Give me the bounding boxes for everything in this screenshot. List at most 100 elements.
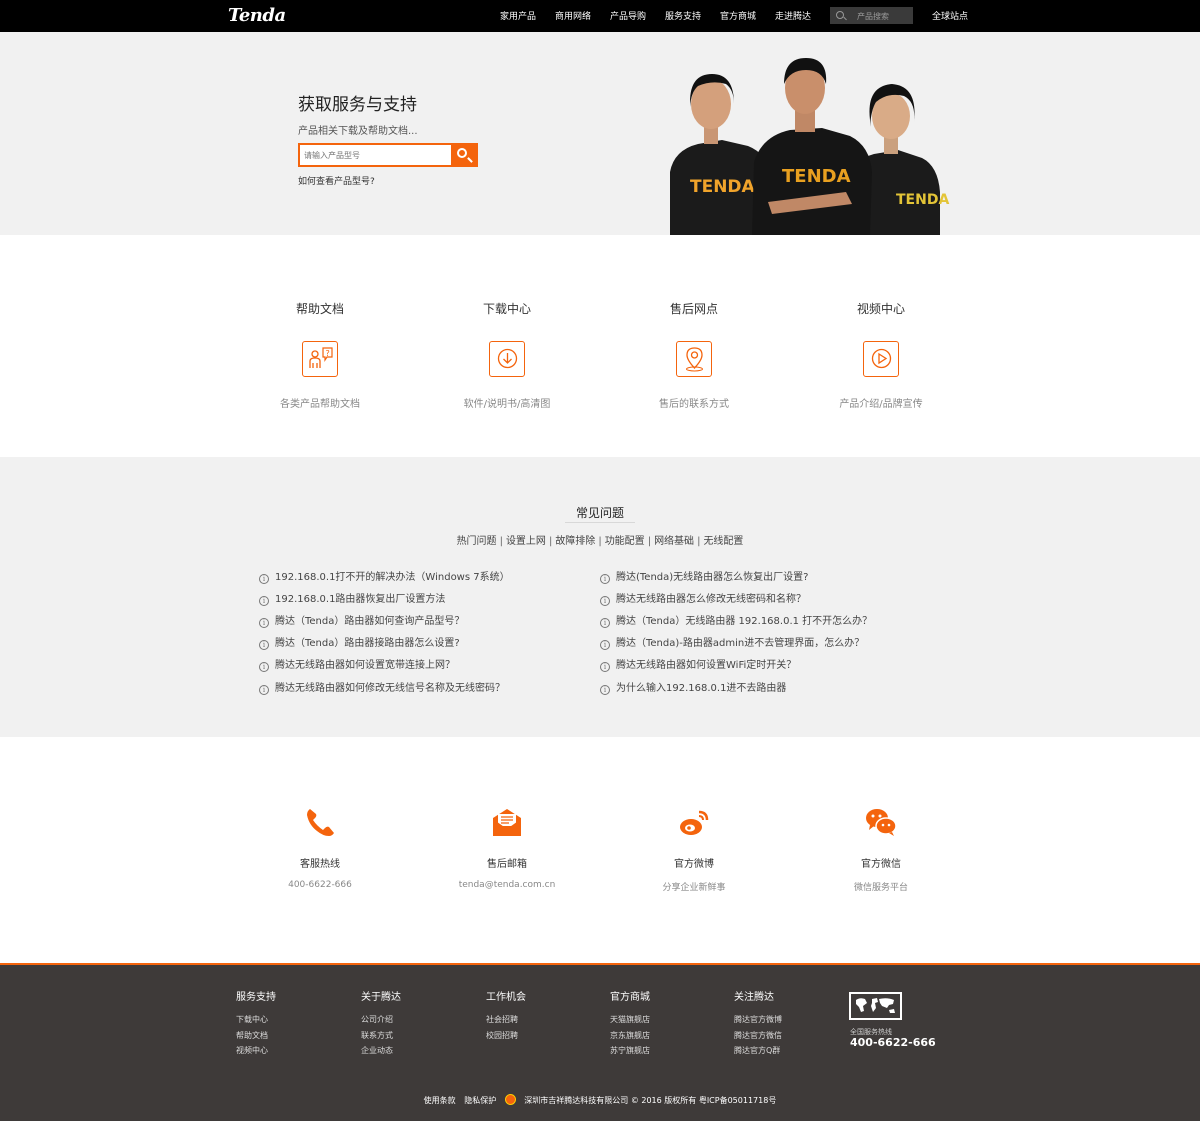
faq-question[interactable]: i 腾达无线路由器如何设置WiFi定时开关？ [600, 656, 796, 672]
faq-question[interactable]: i 为什么输入192.168.0.1进不去路由器 [600, 679, 786, 695]
info-icon: i [259, 685, 269, 695]
faq-question[interactable]: i 腾达无线路由器如何设置宽带连接上网？ [259, 656, 455, 672]
faq-tab-wireless-config[interactable]: 无线配置 [703, 536, 743, 547]
product-search-button[interactable] [451, 145, 476, 165]
service-title: 视频中心 [856, 302, 905, 316]
faq-tabs: 热门问题 | 设置上网 | 故障排除 | 功能配置 | 网络基础 | 无线配置 [456, 536, 744, 547]
search-icon [836, 11, 844, 19]
faq-question-text: 腾达（Tenda）无线路由器 192.168.0.1 打不开怎么办？ [616, 616, 873, 627]
contact-title: 售后邮箱 [487, 859, 527, 870]
footer-link[interactable]: 苏宁旗舰店 [610, 1043, 650, 1059]
footer-link[interactable]: 下载中心 [236, 1012, 276, 1028]
faq-question-text: 腾达（Tenda)-路由器admin进不去管理界面，怎么办？ [616, 638, 865, 649]
top-navbar: Tenda 家用产品 商用网络 产品导购 服务支持 官方商城 走进腾达 产品搜索… [0, 0, 1200, 32]
location-pin-icon [676, 341, 712, 377]
product-model-input[interactable] [304, 148, 449, 162]
info-icon: i [600, 618, 610, 628]
nav-global-sites[interactable]: 全球站点 [932, 9, 968, 22]
faq-question[interactable]: i 腾达无线路由器怎么修改无线密码和名称？ [600, 590, 806, 606]
hero-title: 获取服务与支持 [298, 95, 417, 115]
nav-search-input[interactable]: 产品搜索 [830, 7, 913, 24]
footer-column-jobs: 工作机会 社会招聘 校园招聘 [486, 988, 526, 1043]
service-aftersale-points[interactable]: 售后网点 售后的联系方式 [609, 300, 779, 410]
faq-question-text: 腾达无线路由器如何修改无线信号名称及无线密码？ [275, 683, 505, 694]
terms-link[interactable]: 使用条款 [424, 1096, 456, 1105]
footer-bottom-bar: 使用条款 隐私保护 深圳市吉祥腾达科技有限公司 © 2016 版权所有 粤ICP… [0, 1094, 1200, 1106]
service-download-center[interactable]: 下载中心 软件/说明书/高清图 [422, 300, 592, 410]
download-icon [489, 341, 525, 377]
faq-question[interactable]: i 腾达（Tenda)-路由器admin进不去管理界面，怎么办？ [600, 634, 864, 650]
footer-column-follow: 关注腾达 腾达官方微博 腾达官方微信 腾达官方Q群 [734, 988, 782, 1059]
footer-link[interactable]: 校园招聘 [486, 1028, 526, 1044]
team-photo: TENDA TENDA TENDA [670, 58, 949, 235]
nav-service-support[interactable]: 服务支持 [665, 9, 701, 22]
footer-column-support: 服务支持 下载中心 帮助文档 视频中心 [236, 988, 276, 1059]
footer-link[interactable]: 联系方式 [361, 1028, 401, 1044]
hero-subtitle: 产品相关下载及帮助文档... [298, 126, 418, 137]
faq-question[interactable]: i 192.168.0.1打不开的解决办法（Windows 7系统） [259, 568, 510, 584]
site-footer: 服务支持 下载中心 帮助文档 视频中心 关于腾达 公司介绍 联系方式 企业动态 … [0, 963, 1200, 1121]
info-icon: i [600, 640, 610, 650]
help-doc-icon: ? [302, 341, 338, 377]
contact-weibo[interactable]: 官方微博 分享企业新鲜事 [614, 805, 774, 893]
info-icon: i [259, 596, 269, 606]
faq-tab-internet-setup[interactable]: 设置上网 [506, 536, 546, 547]
footer-heading: 工作机会 [486, 992, 526, 1003]
search-icon [457, 148, 467, 158]
faq-question-text: 为什么输入192.168.0.1进不去路由器 [616, 683, 787, 694]
faq-question[interactable]: i 腾达（Tenda）无线路由器 192.168.0.1 打不开怎么办？ [600, 612, 872, 628]
service-subtitle: 软件/说明书/高清图 [463, 399, 551, 410]
faq-tab-network-basics[interactable]: 网络基础 [654, 536, 694, 547]
faq-tab-troubleshooting[interactable]: 故障排除 [555, 536, 595, 547]
faq-question-text: 腾达无线路由器如何设置WiFi定时开关？ [616, 660, 797, 671]
info-icon: i [600, 662, 610, 672]
footer-link[interactable]: 天猫旗舰店 [610, 1012, 650, 1028]
faq-question[interactable]: i 腾达（Tenda）路由器接路由器怎么设置? [259, 634, 460, 650]
footer-link[interactable]: 腾达官方微博 [734, 1012, 782, 1028]
faq-question[interactable]: i 腾达无线路由器如何修改无线信号名称及无线密码？ [259, 679, 505, 695]
contact-subtitle: 分享企业新鲜事 [662, 883, 726, 893]
footer-link[interactable]: 视频中心 [236, 1043, 276, 1059]
faq-tab-hot[interactable]: 热门问题 [457, 536, 497, 547]
contact-wechat[interactable]: 官方微信 微信服务平台 [801, 805, 961, 893]
privacy-link[interactable]: 隐私保护 [464, 1096, 496, 1105]
contact-subtitle: 400-6622-666 [288, 880, 352, 890]
footer-link[interactable]: 社会招聘 [486, 1012, 526, 1028]
faq-tab-feature-config[interactable]: 功能配置 [605, 536, 645, 547]
faq-question[interactable]: i 腾达(Tenda)无线路由器怎么恢复出厂设置? [600, 568, 809, 584]
police-badge-icon [504, 1094, 516, 1105]
nav-home-products[interactable]: 家用产品 [500, 9, 536, 22]
info-icon: i [600, 685, 610, 695]
faq-section: 常见问题 热门问题 | 设置上网 | 故障排除 | 功能配置 | 网络基础 | 无线配置 i 192.… [0, 457, 1200, 737]
footer-link[interactable]: 腾达官方微信 [734, 1028, 782, 1044]
faq-divider [565, 522, 635, 523]
faq-question[interactable]: i 腾达（Tenda）路由器如何查询产品型号？ [259, 612, 464, 628]
nav-business-network[interactable]: 商用网络 [555, 9, 591, 22]
footer-heading: 服务支持 [236, 992, 276, 1003]
footer-link[interactable]: 公司介绍 [361, 1012, 401, 1028]
service-help-docs[interactable]: 帮助文档 ? 各类产品帮助文档 [235, 300, 405, 410]
contact-hotline[interactable]: 客服热线 400-6622-666 [240, 805, 400, 890]
footer-link[interactable]: 京东旗舰店 [610, 1028, 650, 1044]
svg-text:?: ? [325, 349, 329, 358]
footer-link[interactable]: 腾达官方Q群 [734, 1043, 782, 1059]
nav-about-tenda[interactable]: 走进腾达 [775, 9, 811, 22]
copyright-text: 深圳市吉祥腾达科技有限公司 © 2016 版权所有 粤ICP备05011718号 [524, 1096, 777, 1105]
hero-banner: 获取服务与支持 产品相关下载及帮助文档... 如何查看产品型号? TENDA T… [0, 32, 1200, 235]
footer-link[interactable]: 帮助文档 [236, 1028, 276, 1044]
nav-official-store[interactable]: 官方商城 [720, 9, 756, 22]
shirt-text-right: TENDA [896, 192, 949, 208]
contact-email[interactable]: 售后邮箱 tenda@tenda.com.cn [427, 805, 587, 890]
wechat-icon [864, 805, 898, 839]
how-to-find-model-link[interactable]: 如何查看产品型号? [298, 174, 375, 187]
tenda-logo[interactable]: Tenda [228, 5, 286, 26]
footer-column-store: 官方商城 天猫旗舰店 京东旗舰店 苏宁旗舰店 [610, 988, 650, 1059]
service-video-center[interactable]: 视频中心 产品介绍/品牌宣传 [796, 300, 966, 410]
faq-question-text: 腾达（Tenda）路由器接路由器怎么设置? [275, 638, 460, 649]
info-icon: i [259, 640, 269, 650]
faq-question[interactable]: i 192.168.0.1路由器恢复出厂设置方法 [259, 590, 445, 606]
info-icon: i [259, 662, 269, 672]
contact-subtitle: tenda@tenda.com.cn [458, 880, 556, 890]
footer-link[interactable]: 企业动态 [361, 1043, 401, 1059]
nav-product-guide[interactable]: 产品导购 [610, 9, 646, 22]
